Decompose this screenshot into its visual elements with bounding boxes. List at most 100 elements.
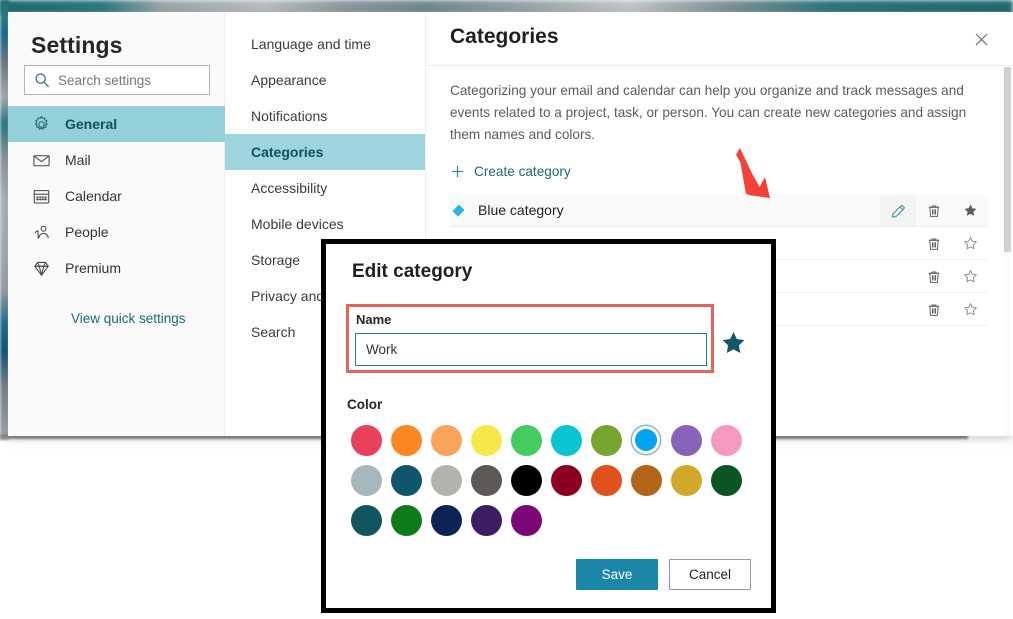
color-swatch-6[interactable] [586,420,626,460]
calendar-icon [32,187,51,206]
color-swatch-dot [391,465,422,496]
color-swatch-dot [711,425,742,456]
color-swatch-8[interactable] [666,420,706,460]
scrollbar-thumb[interactable] [1004,67,1011,252]
color-swatch-dot [711,465,742,496]
color-swatch-dot [631,465,662,496]
search-settings-box[interactable]: Search settings [24,65,210,95]
sidebar-item-label: Mail [65,152,91,168]
color-swatch-22[interactable] [426,500,466,540]
color-swatch-5[interactable] [546,420,586,460]
delete-trash-icon[interactable] [916,229,952,259]
color-swatch-dot [671,425,702,456]
pane-header: Categories [426,12,1013,66]
view-quick-settings-link[interactable]: View quick settings [71,311,186,326]
favorite-star-icon[interactable] [952,229,988,259]
color-swatch-11[interactable] [386,460,426,500]
sidebar-item-label: Premium [65,260,121,276]
pane-scrollbar[interactable] [1004,67,1011,436]
row-actions [880,260,988,293]
color-swatch-7[interactable] [626,420,666,460]
sidebar-item-general[interactable]: General [8,106,225,142]
color-swatch-13[interactable] [466,460,506,500]
color-swatch-16[interactable] [586,460,626,500]
sidebar-item-people[interactable]: People [8,214,225,250]
subnav-item-accessibility[interactable]: Accessibility [225,170,425,206]
subnav-item-mobile-devices[interactable]: Mobile devices [225,206,425,242]
name-label: Name [356,312,391,327]
color-swatch-17[interactable] [626,460,666,500]
color-swatch-18[interactable] [666,460,706,500]
table-row[interactable]: Blue category [450,194,988,227]
color-swatch-dot [635,429,657,451]
color-swatch-dot [431,505,462,536]
color-swatch-12[interactable] [426,460,466,500]
color-swatch-9[interactable] [706,420,746,460]
color-swatch-19[interactable] [706,460,746,500]
color-label: Color [347,397,382,412]
color-swatch-dot [471,465,502,496]
star-filled-icon[interactable] [720,330,747,357]
gear-icon [32,115,51,134]
favorite-star-icon[interactable] [952,196,988,226]
color-swatch-14[interactable] [506,460,546,500]
sidebar-item-calendar[interactable]: Calendar [8,178,225,214]
color-swatch-dot [351,425,382,456]
plus-icon [450,164,465,179]
color-swatch-15[interactable] [546,460,586,500]
color-swatch-dot [431,425,462,456]
color-swatch-20[interactable] [346,500,386,540]
close-icon[interactable] [968,26,994,52]
color-swatch-23[interactable] [466,500,506,540]
color-swatch-10[interactable] [346,460,386,500]
color-swatch-2[interactable] [426,420,466,460]
delete-trash-icon[interactable] [916,196,952,226]
delete-trash-icon[interactable] [916,262,952,292]
category-name: Blue category [478,202,564,218]
sidebar-item-premium[interactable]: Premium [8,250,225,286]
envelope-icon [32,151,51,170]
settings-sidebar: Settings Search settings [8,12,225,436]
favorite-star-icon[interactable] [952,262,988,292]
row-actions [880,194,988,227]
subnav-item-categories[interactable]: Categories [225,134,425,170]
name-field-highlight: Name [346,304,714,373]
color-swatch-dot [511,425,542,456]
color-swatch-4[interactable] [506,420,546,460]
row-actions [880,227,988,260]
cancel-button[interactable]: Cancel [669,559,751,590]
edit-category-dialog: Edit category Name Color Save Cancel [321,239,776,613]
sidebar-item-label: Calendar [65,188,122,204]
edit-pencil-icon[interactable] [880,196,916,226]
color-swatch-0[interactable] [346,420,386,460]
color-swatch-dot [551,465,582,496]
color-swatch-dot [391,425,422,456]
page-title: Categories [450,25,559,49]
delete-trash-icon[interactable] [916,295,952,325]
category-tag-icon [450,202,467,219]
subnav-item-notifications[interactable]: Notifications [225,98,425,134]
color-swatch-dot [591,425,622,456]
color-swatch-24[interactable] [506,500,546,540]
color-swatch-dot [511,465,542,496]
color-swatch-dot [511,505,542,536]
color-swatch-21[interactable] [386,500,426,540]
subnav-item-language-and-time[interactable]: Language and time [225,26,425,62]
sidebar-item-mail[interactable]: Mail [8,142,225,178]
subnav-item-appearance[interactable]: Appearance [225,62,425,98]
search-input-placeholder: Search settings [58,73,151,88]
color-swatch-dot [471,505,502,536]
diamond-icon [32,259,51,278]
save-button[interactable]: Save [576,559,658,590]
dialog-buttons: Save Cancel [576,559,751,590]
favorite-star-icon[interactable] [952,295,988,325]
screen-root: Settings Search settings [0,0,1013,619]
sidebar-item-label: People [65,224,109,240]
color-swatch-1[interactable] [386,420,426,460]
color-swatch-3[interactable] [466,420,506,460]
sidebar-nav-list: General Mail [8,106,225,286]
category-name-input[interactable] [355,333,707,366]
color-swatch-dot [671,465,702,496]
create-category-button[interactable]: Create category [450,164,571,179]
categories-description: Categorizing your email and calendar can… [450,80,980,146]
